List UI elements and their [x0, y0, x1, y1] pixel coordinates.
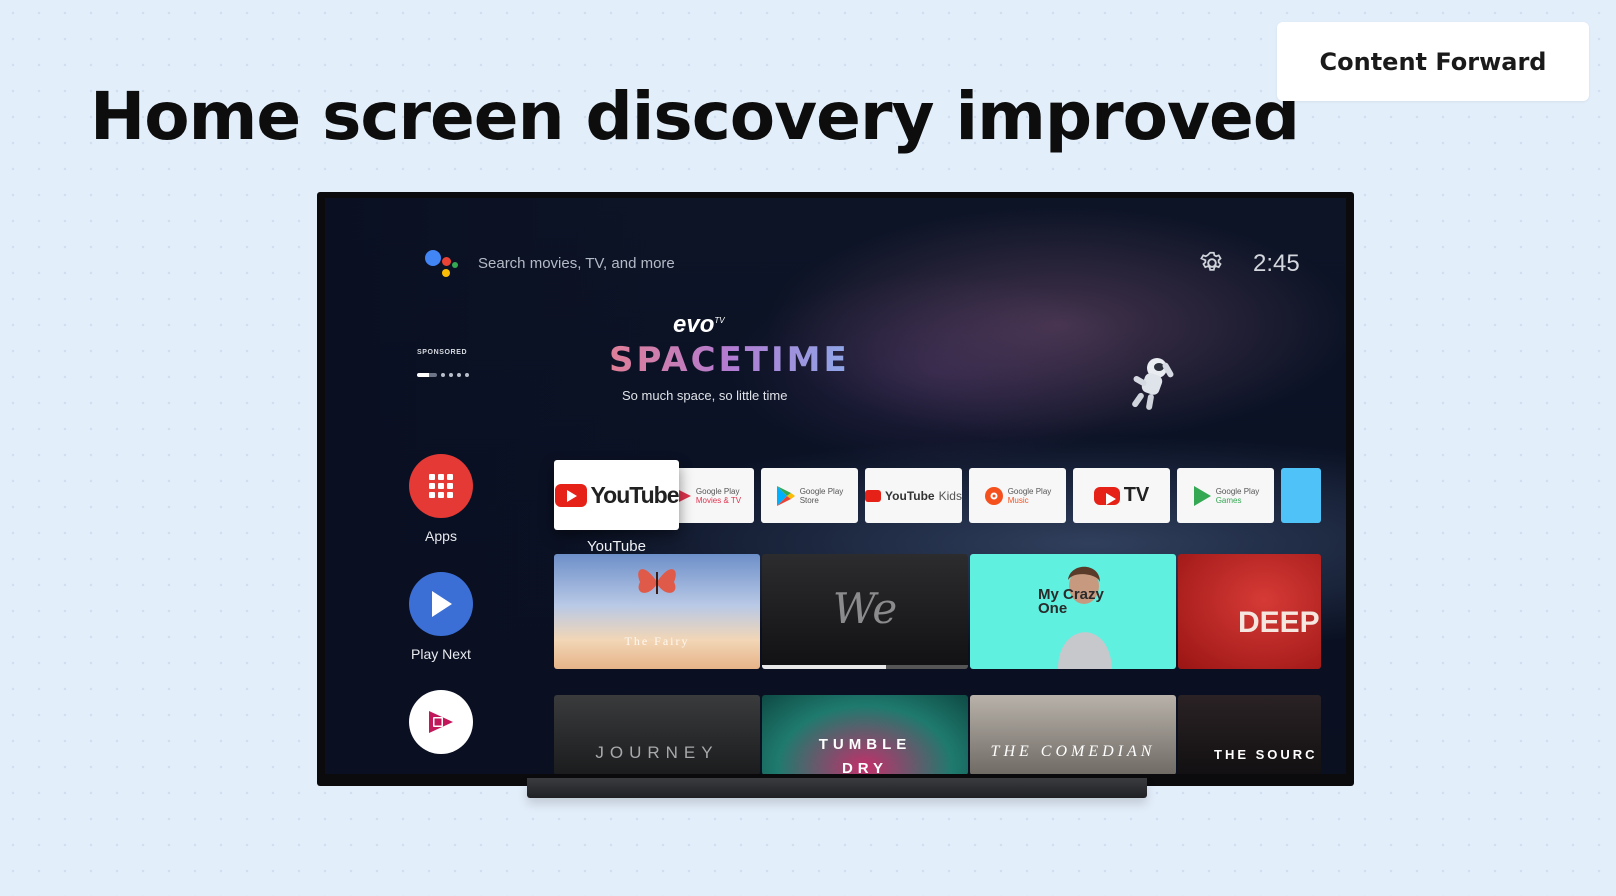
promo-tagline: So much space, so little time [622, 388, 788, 403]
apps-label: Apps [425, 528, 457, 544]
youtube-tv-logo-icon [1093, 486, 1120, 505]
content-card-the-source[interactable]: THE SOURC [1178, 695, 1321, 774]
play-games-icon [1193, 485, 1211, 506]
card-title: DEEP [1238, 606, 1320, 639]
sponsored-label: SPONSORED [417, 349, 468, 356]
apps-grid-icon [429, 474, 453, 498]
play-music-tile[interactable]: Google Play Music [969, 468, 1066, 523]
tv-stand [527, 778, 1147, 798]
card-title: The Fairy [624, 634, 690, 648]
content-card-the-fairy[interactable]: The Fairy [554, 554, 760, 669]
content-card-tumble-dry[interactable]: TUMBLE DRY [762, 695, 968, 774]
card-title: My Crazy One [1038, 586, 1104, 617]
content-forward-tag: Content Forward [1277, 22, 1589, 101]
focused-app-caption: YouTube [587, 538, 646, 555]
youtube-kids-tile[interactable]: YouTube Kids [865, 468, 962, 523]
search-bar[interactable]: Search movies, TV, and more [478, 255, 675, 272]
evo-tv-logo: evoTV [673, 311, 725, 338]
play-movies-button[interactable] [409, 690, 473, 754]
content-card-journey[interactable]: JOURNEY [554, 695, 760, 774]
content-card-my-crazy-one[interactable]: My Crazy One [970, 554, 1176, 669]
play-next-label: Play Next [411, 646, 471, 662]
slide-title: Home screen discovery improved [90, 78, 1300, 155]
card-title: THE SOURC [1214, 747, 1318, 762]
tv-frame: Search movies, TV, and more 2:45 SPONSOR… [317, 192, 1354, 786]
carousel-indicator [417, 373, 469, 377]
card-title: JOURNEY [595, 743, 719, 762]
google-assistant-icon[interactable] [425, 248, 461, 284]
play-music-icon [984, 486, 1003, 505]
content-card-we[interactable]: We [762, 554, 968, 669]
card-title: TUMBLE DRY [818, 736, 912, 774]
play-movies-tv-icon [678, 489, 691, 502]
promo-title[interactable]: SPACETIME [609, 340, 850, 380]
clock: 2:45 [1253, 250, 1300, 277]
content-card-the-comedian[interactable]: THE COMEDIAN [970, 695, 1176, 774]
card-title: THE COMEDIAN [990, 743, 1156, 760]
youtube-kids-logo-icon [865, 489, 882, 502]
play-icon [432, 591, 452, 617]
play-store-tile[interactable]: Google Play Store [761, 468, 858, 523]
card-title: We [832, 584, 898, 633]
astronaut-illustration [1132, 358, 1174, 410]
android-tv-home-screen: Search movies, TV, and more 2:45 SPONSOR… [325, 198, 1346, 774]
youtube-tv-tile[interactable]: TV [1073, 468, 1170, 523]
play-games-tile[interactable]: Google Play Games [1177, 468, 1274, 523]
youtube-logo-icon [554, 483, 587, 507]
youtube-app-tile[interactable]: YouTube [554, 460, 679, 530]
youtube-wordmark: YouTube [590, 481, 680, 508]
butterfly-art [638, 569, 676, 594]
play-movies-icon [429, 711, 453, 733]
partial-app-tile[interactable] [1281, 468, 1321, 523]
play-next-button[interactable] [409, 572, 473, 636]
watch-progress-bar [762, 665, 968, 669]
apps-button[interactable] [409, 454, 473, 518]
content-card-deep[interactable]: DEEP [1178, 554, 1321, 669]
play-store-icon [776, 485, 795, 506]
gear-icon[interactable] [1199, 250, 1225, 276]
